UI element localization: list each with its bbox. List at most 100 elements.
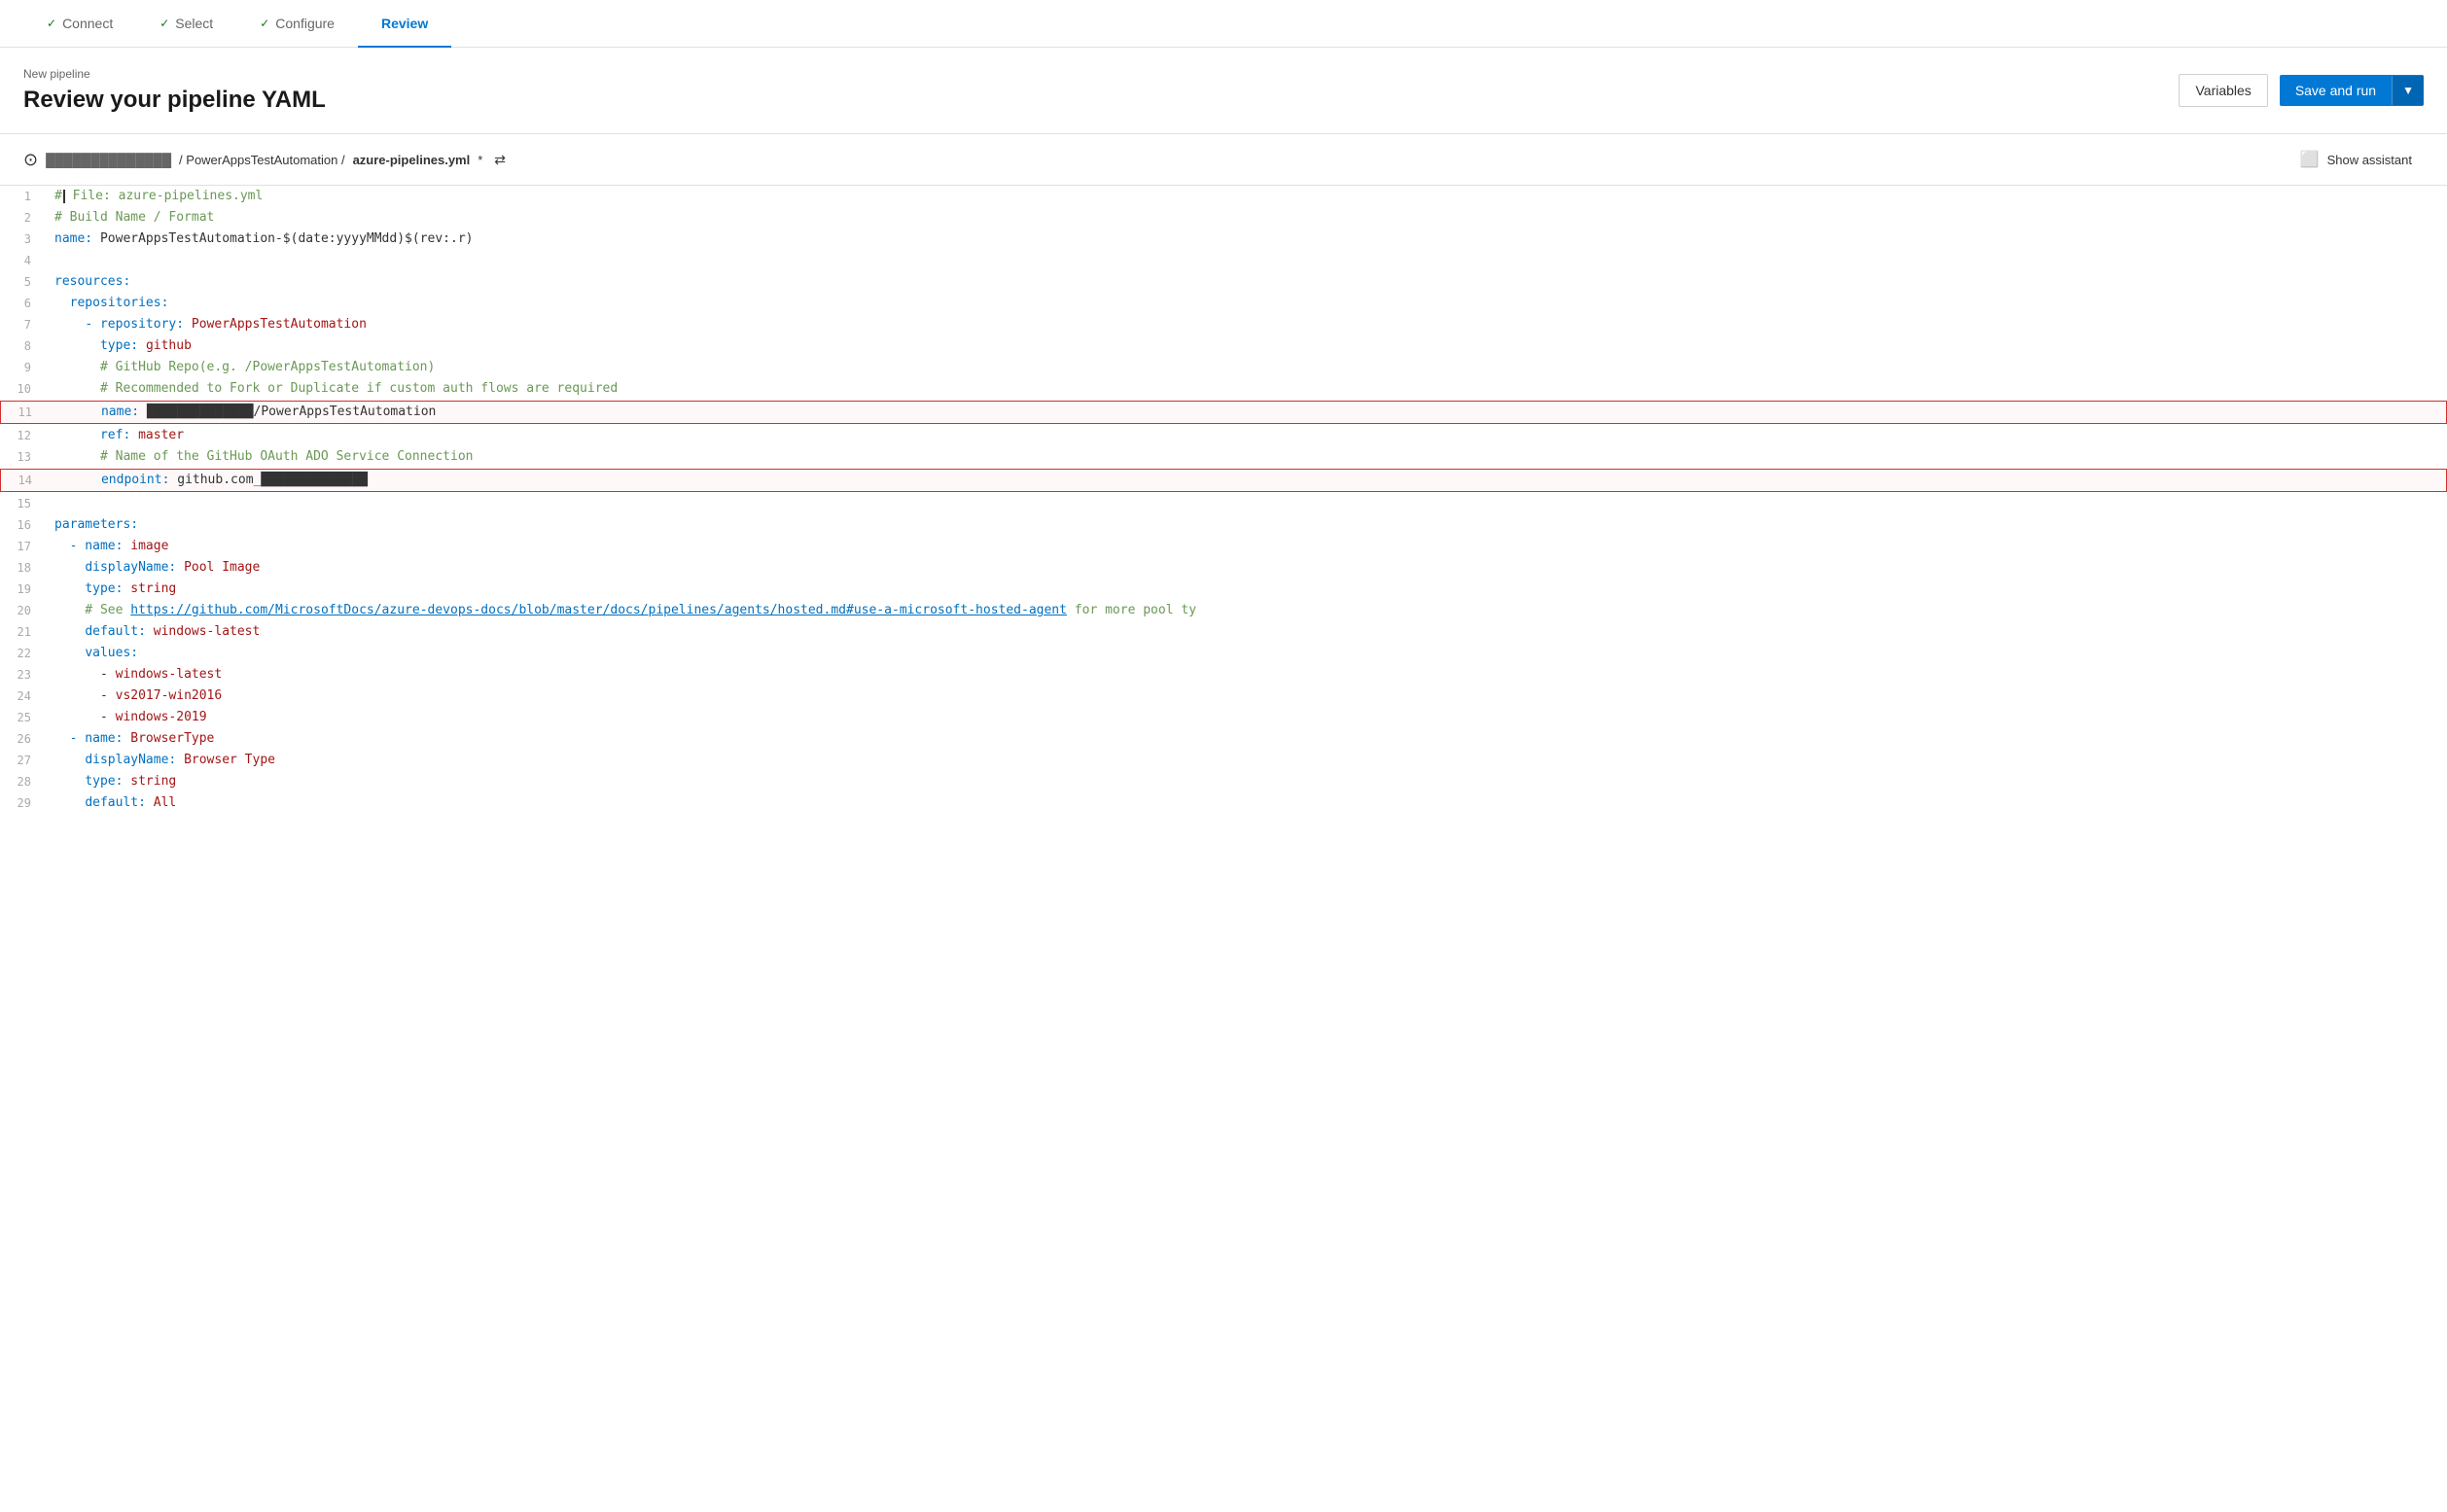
org-name: ██████████████: [46, 153, 171, 167]
nav-tabs: ✓ Connect ✓ Select ✓ Configure Review: [0, 0, 2447, 48]
line-content: displayName: Browser Type: [47, 750, 2447, 771]
save-run-main-button[interactable]: Save and run: [2280, 75, 2392, 106]
line-content: endpoint: github.com_██████████████: [48, 470, 2446, 491]
line-content: - name: image: [47, 536, 2447, 557]
line-content: repositories:: [47, 293, 2447, 314]
page-title: Review your pipeline YAML: [23, 87, 326, 114]
line-content: displayName: Pool Image: [47, 557, 2447, 579]
line-content: parameters:: [47, 514, 2447, 536]
line-content: name: PowerAppsTestAutomation-$(date:yyy…: [47, 229, 2447, 250]
table-row: 9 # GitHub Repo(e.g. /PowerAppsTestAutom…: [0, 357, 2447, 378]
table-row: 24 - vs2017-win2016: [0, 686, 2447, 707]
table-row: 17 - name: image: [0, 536, 2447, 557]
table-row: 14 endpoint: github.com_██████████████: [0, 469, 2447, 492]
check-icon-select: ✓: [160, 17, 169, 30]
table-row: 12 ref: master: [0, 425, 2447, 446]
table-row: 11 name: ██████████████/PowerAppsTestAut…: [0, 401, 2447, 424]
line-content: # See https://github.com/MicrosoftDocs/a…: [47, 600, 2447, 621]
show-assistant-label: Show assistant: [2327, 153, 2412, 167]
line-number: 6: [0, 293, 47, 314]
table-row: 10 # Recommended to Fork or Duplicate if…: [0, 378, 2447, 400]
line-content: # Recommended to Fork or Duplicate if cu…: [47, 378, 2447, 400]
path-separator: / PowerAppsTestAutomation /: [179, 153, 345, 167]
line-number: 24: [0, 686, 47, 707]
line-number: 2: [0, 207, 47, 229]
line-content: resources:: [47, 271, 2447, 293]
header-left: New pipeline Review your pipeline YAML: [23, 67, 326, 114]
header-right: Variables Save and run ▼: [2179, 74, 2424, 107]
table-row: 25 - windows-2019: [0, 707, 2447, 728]
line-number: 20: [0, 600, 47, 621]
table-row: 16parameters:: [0, 514, 2447, 536]
line-content: type: string: [47, 771, 2447, 792]
tab-connect[interactable]: ✓ Connect: [23, 0, 136, 47]
line-number: 16: [0, 514, 47, 536]
line-number: 7: [0, 314, 47, 335]
file-modified: *: [478, 153, 482, 167]
line-content: name: ██████████████/PowerAppsTestAutoma…: [48, 402, 2446, 423]
editor-file-info: ⊙ ██████████████ / PowerAppsTestAutomati…: [23, 150, 506, 170]
line-content: default: windows-latest: [47, 621, 2447, 643]
table-row: 1# File: azure-pipelines.yml: [0, 186, 2447, 207]
line-number: 27: [0, 750, 47, 771]
table-row: 3name: PowerAppsTestAutomation-$(date:yy…: [0, 229, 2447, 250]
line-number: 12: [0, 425, 47, 446]
line-number: 4: [0, 250, 47, 271]
line-content: ref: master: [47, 425, 2447, 446]
sync-icon: ⇄: [494, 152, 506, 168]
table-row: 19 type: string: [0, 579, 2447, 600]
save-run-dropdown-button[interactable]: ▼: [2392, 76, 2424, 105]
variables-button[interactable]: Variables: [2179, 74, 2267, 107]
line-number: 21: [0, 621, 47, 643]
line-content: - name: BrowserType: [47, 728, 2447, 750]
code-editor[interactable]: 1# File: azure-pipelines.yml2# Build Nam…: [0, 186, 2447, 814]
table-row: 5resources:: [0, 271, 2447, 293]
line-content: - windows-latest: [47, 664, 2447, 686]
table-row: 6 repositories:: [0, 293, 2447, 314]
tab-configure-label: Configure: [275, 16, 335, 31]
line-number: 18: [0, 557, 47, 579]
tab-configure[interactable]: ✓ Configure: [236, 0, 358, 47]
table-row: 29 default: All: [0, 792, 2447, 814]
assistant-icon: ⬜: [2300, 150, 2320, 169]
line-number: 28: [0, 771, 47, 792]
line-number: 17: [0, 536, 47, 557]
table-row: 20 # See https://github.com/MicrosoftDoc…: [0, 600, 2447, 621]
line-content: type: github: [47, 335, 2447, 357]
tab-select[interactable]: ✓ Select: [136, 0, 236, 47]
line-content: - windows-2019: [47, 707, 2447, 728]
line-number: 3: [0, 229, 47, 250]
line-content: type: string: [47, 579, 2447, 600]
line-number: 10: [0, 378, 47, 400]
tab-connect-label: Connect: [62, 16, 113, 31]
show-assistant-button[interactable]: ⬜ Show assistant: [2288, 144, 2424, 175]
line-content: # GitHub Repo(e.g. /PowerAppsTestAutomat…: [47, 357, 2447, 378]
header-area: New pipeline Review your pipeline YAML V…: [0, 48, 2447, 134]
table-row: 8 type: github: [0, 335, 2447, 357]
table-row: 13 # Name of the GitHub OAuth ADO Servic…: [0, 446, 2447, 468]
line-content: values:: [47, 643, 2447, 664]
line-number: 13: [0, 446, 47, 468]
line-content: - vs2017-win2016: [47, 686, 2447, 707]
tab-review-label: Review: [381, 16, 428, 31]
table-row: 21 default: windows-latest: [0, 621, 2447, 643]
line-number: 15: [0, 493, 47, 514]
line-number: 22: [0, 643, 47, 664]
table-row: 18 displayName: Pool Image: [0, 557, 2447, 579]
file-name: azure-pipelines.yml: [353, 153, 471, 167]
breadcrumb: New pipeline: [23, 67, 326, 81]
line-number: 14: [1, 470, 48, 491]
tab-review[interactable]: Review: [358, 0, 451, 47]
line-number: 26: [0, 728, 47, 750]
line-content: - repository: PowerAppsTestAutomation: [47, 314, 2447, 335]
check-icon-configure: ✓: [260, 17, 269, 30]
check-icon-connect: ✓: [47, 17, 56, 30]
line-number: 5: [0, 271, 47, 293]
line-number: 11: [1, 402, 48, 423]
table-row: 2# Build Name / Format: [0, 207, 2447, 229]
table-row: 7 - repository: PowerAppsTestAutomation: [0, 314, 2447, 335]
editor-toolbar: ⊙ ██████████████ / PowerAppsTestAutomati…: [0, 134, 2447, 186]
table-row: 4: [0, 250, 2447, 271]
line-number: 25: [0, 707, 47, 728]
line-number: 29: [0, 792, 47, 814]
